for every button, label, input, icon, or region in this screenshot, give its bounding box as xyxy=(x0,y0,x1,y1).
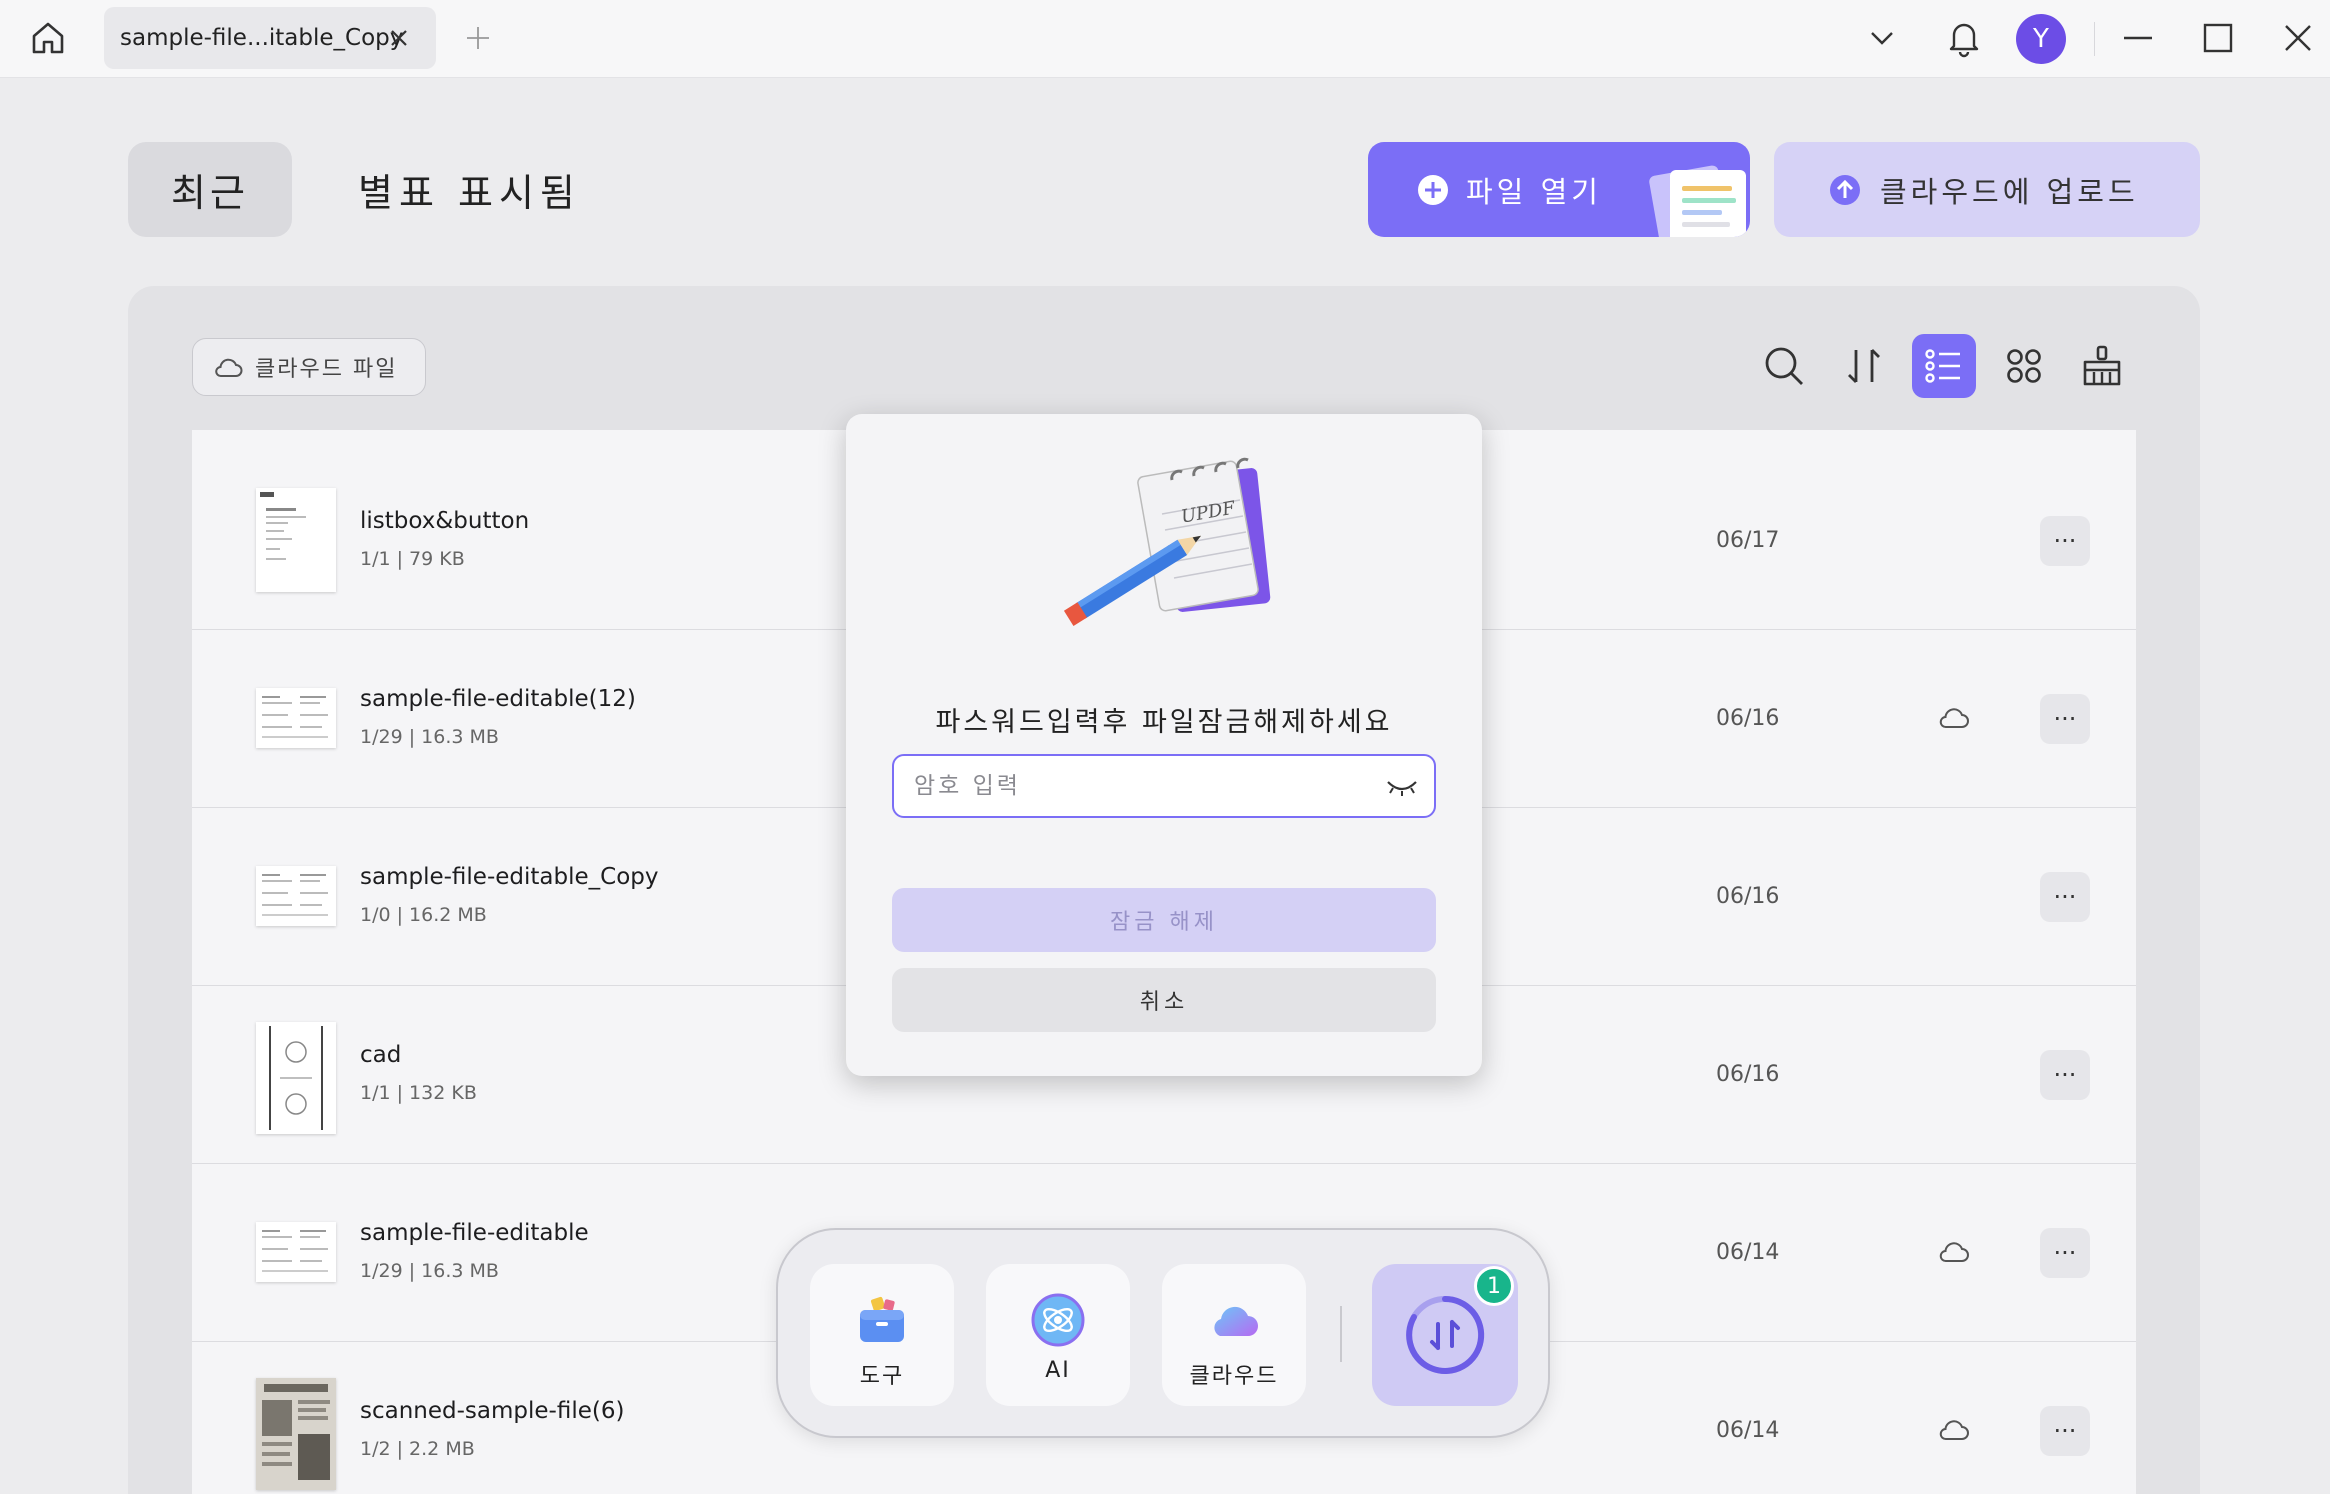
dock-ai-label: AI xyxy=(1045,1358,1071,1383)
file-name: cad xyxy=(360,1042,402,1068)
plus-circle-icon xyxy=(1418,174,1448,205)
sort-icon[interactable] xyxy=(1832,334,1896,398)
home-icon[interactable] xyxy=(26,16,70,60)
file-thumbnail xyxy=(256,688,336,748)
notification-badge: 1 xyxy=(1474,1266,1514,1306)
password-input[interactable] xyxy=(914,773,1374,799)
cloud-files-filter[interactable]: 클라우드 파일 xyxy=(192,338,426,396)
grid-view-icon[interactable] xyxy=(1992,334,2056,398)
file-meta: 1/29 | 16.3 MB xyxy=(360,726,499,748)
file-date: 06/16 xyxy=(1716,884,1780,909)
more-options-button[interactable]: ··· xyxy=(2040,694,2090,744)
divider xyxy=(2094,22,2095,56)
convert-progress-icon xyxy=(1406,1295,1485,1374)
tab-starred[interactable]: 별표 표시됨 xyxy=(358,162,581,217)
avatar[interactable]: Y xyxy=(2016,14,2066,64)
more-options-button[interactable]: ··· xyxy=(2040,872,2090,922)
list-view-icon[interactable] xyxy=(1912,334,1976,398)
cloud-synced-icon[interactable] xyxy=(1936,1412,1972,1448)
file-thumbnail xyxy=(256,1022,336,1134)
window-close-icon[interactable] xyxy=(2278,16,2318,60)
file-date: 06/16 xyxy=(1716,706,1780,731)
file-date: 06/16 xyxy=(1716,1062,1780,1087)
file-date: 06/14 xyxy=(1716,1418,1780,1443)
dock-cloud-button[interactable]: 클라우드 xyxy=(1162,1264,1306,1406)
dialog-title: 파스워드입력후 파일잠금해제하세요 xyxy=(935,707,1393,738)
file-thumbnail xyxy=(256,866,336,926)
bell-icon[interactable] xyxy=(1942,16,1986,60)
unlock-button[interactable]: 잠금 해제 xyxy=(892,888,1436,952)
notepad-pencil-icon: UPDF xyxy=(1063,457,1271,626)
file-meta: 1/1 | 79 KB xyxy=(360,548,465,570)
document-tab[interactable]: sample-file...itable_Copy xyxy=(104,7,436,69)
cloud-synced-icon[interactable] xyxy=(1936,1234,1972,1270)
cloud-color-icon xyxy=(1214,1306,1258,1336)
open-file-label: 파일 열기 xyxy=(1466,174,1602,209)
file-name: listbox&button xyxy=(360,508,530,534)
file-meta: 1/2 | 2.2 MB xyxy=(360,1438,475,1460)
more-options-button[interactable]: ··· xyxy=(2040,1406,2090,1456)
dock-tools-label: 도구 xyxy=(859,1364,905,1389)
file-meta: 1/29 | 16.3 MB xyxy=(360,1260,499,1282)
file-name: sample-file-editable_Copy xyxy=(360,864,659,890)
toolbox-icon xyxy=(860,1296,904,1342)
upload-to-cloud-label: 클라우드에 업로드 xyxy=(1880,174,2139,209)
cloud-synced-icon[interactable] xyxy=(1936,700,1972,736)
close-icon[interactable] xyxy=(386,25,412,51)
upload-to-cloud-button[interactable]: 클라우드에 업로드 xyxy=(1774,142,2200,237)
chevron-down-icon[interactable] xyxy=(1862,16,1902,60)
dock-ai-button[interactable]: AI xyxy=(986,1264,1130,1406)
maximize-icon[interactable] xyxy=(2198,16,2238,60)
dock-tools-button[interactable]: 도구 xyxy=(810,1264,954,1406)
password-dialog: UPDF 파스워드입력후 파일잠금해제하세요 잠금 해제 취소 xyxy=(846,414,1482,1076)
dock-divider xyxy=(1340,1306,1342,1362)
file-date: 06/17 xyxy=(1716,528,1780,553)
clean-brush-icon[interactable] xyxy=(2070,334,2134,398)
file-meta: 1/1 | 132 KB xyxy=(360,1082,477,1104)
file-name: sample-file-editable xyxy=(360,1220,589,1246)
file-meta: 1/0 | 16.2 MB xyxy=(360,904,487,926)
title-bar: sample-file...itable_Copy Y xyxy=(0,0,2330,78)
eye-closed-icon[interactable] xyxy=(1384,774,1420,800)
more-options-button[interactable]: ··· xyxy=(2040,1050,2090,1100)
password-field[interactable] xyxy=(892,754,1436,818)
ai-assistant-icon xyxy=(1031,1293,1085,1347)
cancel-button[interactable]: 취소 xyxy=(892,968,1436,1032)
file-date: 06/14 xyxy=(1716,1240,1780,1265)
documents-illustration-icon xyxy=(1649,165,1746,237)
dock-cloud-label: 클라우드 xyxy=(1189,1364,1279,1389)
file-name: scanned-sample-file(6) xyxy=(360,1398,625,1424)
file-thumbnail xyxy=(256,1378,336,1490)
tab-recent[interactable]: 최근 xyxy=(128,142,292,237)
search-icon[interactable] xyxy=(1752,334,1816,398)
tab-label: sample-file...itable_Copy xyxy=(120,25,404,51)
new-tab-icon[interactable] xyxy=(462,22,494,54)
bottom-dock: 도구 AI 클라우드 1 xyxy=(776,1228,1550,1438)
file-thumbnail xyxy=(256,1222,336,1282)
cloud-files-label: 클라우드 파일 xyxy=(255,357,398,382)
upload-circle-icon xyxy=(1830,174,1860,205)
more-options-button[interactable]: ··· xyxy=(2040,1228,2090,1278)
open-file-button[interactable]: 파일 열기 xyxy=(1368,142,1750,237)
file-thumbnail xyxy=(256,488,336,592)
cloud-icon xyxy=(215,358,243,377)
file-name: sample-file-editable(12) xyxy=(360,686,636,712)
minimize-icon[interactable] xyxy=(2118,16,2158,60)
more-options-button[interactable]: ··· xyxy=(2040,516,2090,566)
